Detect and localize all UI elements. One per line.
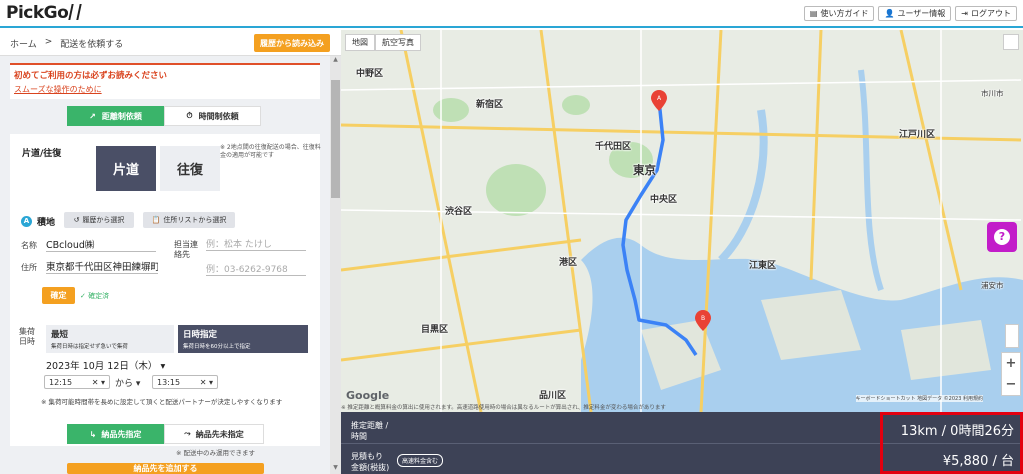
pickup-time-label: 集荷日時	[19, 327, 35, 347]
map-label: 新宿区	[476, 100, 504, 110]
map-label: 江東区	[749, 261, 777, 271]
route-map[interactable]: A B 地図 航空写真 中野区 新宿区 千代田区 東京 中央区 渋谷区 港区 江…	[341, 30, 1023, 412]
logout-link[interactable]: ⇥ ログアウト	[955, 6, 1017, 21]
specified-pickup-option[interactable]: 日時指定 集荷日時を60分以上で指定	[178, 325, 308, 353]
trend-icon: ↗	[89, 111, 96, 121]
map-label: 中野区	[356, 69, 384, 79]
fastest-pickup-option[interactable]: 最短 集荷日時は指定せず急いで集荷	[46, 325, 174, 353]
panel-scrollbar[interactable]: ▲ ▼	[330, 56, 341, 474]
logo-mark-icon	[68, 4, 83, 20]
top-bar: PickGo ▤ 使い方ガイド 👤 ユーザー情報 ⇥ ログアウト	[0, 0, 1023, 28]
tab-map[interactable]: 地図	[345, 34, 375, 51]
load-from-history-button[interactable]: 履歴から読み込み	[254, 34, 330, 52]
zoom-control: + −	[1001, 352, 1021, 396]
fullscreen-icon[interactable]	[1003, 34, 1019, 50]
stopwatch-icon: ⏱	[186, 111, 193, 120]
user-info-link[interactable]: 👤 ユーザー情報	[878, 6, 952, 21]
pickup-confirm-button[interactable]: 確定	[42, 287, 75, 304]
map-label: 中央区	[650, 195, 678, 205]
map-canvas: A B	[341, 30, 1023, 412]
name-field[interactable]: CBcloud㈱	[46, 237, 156, 252]
top-links: ▤ 使い方ガイド 👤 ユーザー情報 ⇥ ログアウト	[803, 6, 1017, 21]
name-label: 名称	[21, 241, 37, 250]
map-label: 東京	[633, 163, 656, 177]
from-time-select[interactable]: 12:15 ✕ ▾	[44, 375, 110, 389]
mode-tabs: ↗ 距離制依頼 ⏱ 時間制依頼	[67, 106, 261, 126]
zoom-in-icon[interactable]: +	[1006, 356, 1017, 371]
document-icon: ▤	[809, 9, 818, 18]
map-note: ※ 推定距離と概算料金の算出に使用されます。高速道路使用時の場合は異なるルートが…	[341, 405, 666, 411]
app-logo[interactable]: PickGo	[6, 3, 83, 23]
scroll-thumb[interactable]	[331, 80, 340, 198]
map-attribution[interactable]: キーボードショートカット 地図データ ©2023 利用規約	[855, 395, 983, 402]
contact-phone-input[interactable]: 例：03-6262-9768	[206, 262, 306, 276]
add-destination-button[interactable]: 納品先を追加する	[67, 463, 264, 474]
route-icon: ↳	[89, 429, 97, 439]
clear-chevron-icon: ✕ ▾	[91, 377, 105, 387]
question-icon: ?	[994, 229, 1010, 245]
pickup-date-select[interactable]: 2023年 10月 12日（木） ▾	[46, 358, 165, 372]
zoom-out-icon[interactable]: −	[1006, 377, 1017, 392]
destination-specified-button[interactable]: ↳ 納品先指定	[67, 424, 164, 444]
map-label: 港区	[559, 258, 578, 268]
tab-distance[interactable]: ↗ 距離制依頼	[67, 106, 164, 126]
map-label: 品川区	[539, 391, 567, 401]
address-label: 住所	[21, 263, 37, 272]
contact-name-input[interactable]: 例：松本 たけし	[206, 237, 306, 251]
chevron-down-icon: ▾	[160, 361, 166, 372]
destination-unspecified-button[interactable]: ⤳ 納品先未指定	[164, 424, 264, 444]
contact-label: 担当連絡先	[174, 240, 198, 260]
map-label: 江戸川区	[899, 130, 936, 140]
clipboard-icon: 📋	[151, 216, 161, 224]
tab-time[interactable]: ⏱ 時間制依頼	[164, 106, 261, 126]
estimate-label: 見積もり 金額(税抜)	[351, 452, 390, 473]
google-logo: Google	[346, 389, 390, 402]
guide-link[interactable]: ▤ 使い方ガイド	[803, 6, 875, 21]
svg-text:B: B	[701, 315, 705, 322]
breadcrumb: ホーム > 配送を依頼する	[10, 37, 123, 50]
breadcrumb-row: ホーム > 配送を依頼する 履歴から読み込み	[0, 30, 341, 56]
first-time-notice: 初めてご利用の方は必ずお読みください スムーズな操作のために	[10, 63, 320, 99]
estimate-highlight-box	[880, 412, 1023, 474]
scroll-up-icon[interactable]: ▲	[330, 56, 341, 66]
destination-note: ※ 配送中のみ運用できます	[176, 449, 256, 457]
map-label: 目黒区	[421, 325, 449, 335]
pickup-confirmed-status: ✓ 確定済	[80, 292, 110, 300]
help-button[interactable]: ?	[987, 222, 1017, 252]
map-label: 渋谷区	[445, 207, 473, 217]
highway-fee-badge: 高速料金含む	[397, 454, 444, 467]
distance-label: 推定距離 / 時間	[351, 421, 389, 442]
to-time-select[interactable]: 13:15 ✕ ▾	[152, 375, 218, 389]
no-route-icon: ⤳	[184, 429, 191, 438]
pickup-from-history-button[interactable]: ↺ 履歴から選択	[64, 212, 134, 228]
map-label: 浦安市	[981, 281, 1004, 290]
logout-icon: ⇥	[961, 9, 968, 18]
notice-link[interactable]: スムーズな操作のために	[14, 84, 316, 95]
pickup-label: 積地	[37, 218, 56, 228]
breadcrumb-separator: >	[44, 37, 53, 47]
clear-chevron-icon: ✕ ▾	[199, 377, 213, 387]
history-icon: ↺	[73, 216, 80, 224]
kara-select[interactable]: から ▾	[115, 376, 140, 389]
round-trip-button[interactable]: 往復	[160, 146, 220, 191]
pickup-time-note: ※ 集荷可能時間帯を長めに設定して頂くと配送パートナーが決定しやすくなります	[41, 398, 283, 406]
street-view-icon[interactable]	[1005, 324, 1019, 348]
breadcrumb-home[interactable]: ホーム	[10, 37, 37, 50]
notice-title: 初めてご利用の方は必ずお読みください	[14, 71, 168, 81]
trip-note: ※ 2地点間の往復配送の場合、往復料金の適用が可能です	[220, 144, 321, 160]
scroll-down-icon[interactable]: ▼	[330, 464, 341, 474]
trip-type-label: 片道/往復	[22, 149, 62, 159]
breadcrumb-current: 配送を依頼する	[60, 40, 124, 50]
one-way-button[interactable]: 片道	[96, 146, 156, 191]
tab-satellite[interactable]: 航空写真	[375, 34, 421, 51]
map-type-tabs: 地図 航空写真	[345, 34, 421, 51]
map-label: 千代田区	[595, 142, 632, 152]
map-label: 市川市	[981, 89, 1004, 98]
address-field[interactable]: 東京都千代田区神田練塀町3	[46, 259, 158, 274]
check-icon: ✓	[80, 292, 89, 300]
pickup-pin-icon: A	[21, 216, 32, 227]
user-icon: 👤	[884, 9, 895, 18]
pickup-from-address-list-button[interactable]: 📋 住所リストから選択	[143, 212, 235, 228]
